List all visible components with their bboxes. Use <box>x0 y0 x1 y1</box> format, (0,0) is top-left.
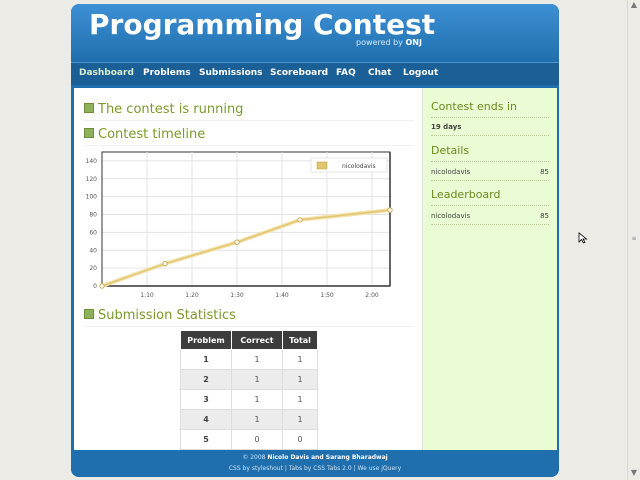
cell-correct: 1 <box>231 389 283 410</box>
col-correct[interactable]: Correct <box>231 330 283 350</box>
x-tick-label: 2:00 <box>365 292 379 299</box>
bullet-icon <box>84 128 94 138</box>
stats-table: Problem Correct Total 1 1 1 2 1 1 3 1 1 … <box>180 330 318 450</box>
bullet-icon <box>84 309 94 319</box>
cell-problem: 4 <box>180 409 232 430</box>
window-scrollbar[interactable]: ▲ ≡ ▼ <box>627 0 640 480</box>
legend-label: nicolodavis <box>342 163 376 170</box>
leaderboard-heading: Leaderboard <box>431 188 549 206</box>
cell-problem: 2 <box>180 369 232 390</box>
page-wrapper: Programming Contest powered by ONJ Dashb… <box>71 4 559 477</box>
y-tick-label: 0 <box>93 283 97 290</box>
contest-ends-value: 19 days <box>431 123 549 136</box>
data-point <box>162 260 168 267</box>
cell-correct: 1 <box>231 369 283 390</box>
cell-total: 1 <box>282 409 318 430</box>
stats-heading-text: Submission Statistics <box>98 308 236 323</box>
cell-total: 1 <box>282 349 318 370</box>
table-row: 5 0 0 <box>180 429 318 450</box>
y-tick-label: 100 <box>86 194 98 201</box>
footer-credits[interactable]: CSS by styleshout | Tabs by CSS Tabs 2.0… <box>71 465 559 472</box>
leaderboard-score: 85 <box>540 212 549 220</box>
scroll-up-icon[interactable]: ▲ <box>628 0 640 12</box>
timeline-chart: 0 20 40 60 80 100 120 140 1:10 1:20 1:30 1:40 1:50 2:… <box>82 146 412 306</box>
x-tick-label: 1:10 <box>140 292 154 299</box>
site-title: Programming Contest <box>89 8 436 41</box>
powered-prefix: powered by <box>356 38 403 47</box>
scroll-grip-icon[interactable]: ≡ <box>631 236 637 242</box>
col-total[interactable]: Total <box>282 330 318 350</box>
main-column: The contest is running Contest timeline … <box>74 88 422 450</box>
y-tick-label: 40 <box>89 247 97 254</box>
leaderboard-row[interactable]: nicolodavis 85 <box>431 212 549 225</box>
nav-submissions[interactable]: Submissions <box>199 68 263 78</box>
y-tick-label: 60 <box>89 229 97 236</box>
sidebar: Contest ends in 19 days Details nicoloda… <box>422 88 557 450</box>
nav-logout[interactable]: Logout <box>403 68 438 78</box>
nav-faq[interactable]: FAQ <box>336 68 356 78</box>
x-tick-label: 1:50 <box>320 292 334 299</box>
nav-chat[interactable]: Chat <box>368 68 391 78</box>
x-tick-label: 1:30 <box>230 292 244 299</box>
col-problem[interactable]: Problem <box>180 330 232 350</box>
bullet-icon <box>84 103 94 113</box>
cell-problem: 1 <box>180 349 232 370</box>
footer-authors: Nicolo Davis and Sarang Bharadwaj <box>267 454 388 461</box>
stats-table-wrap: Problem Correct Total 1 1 1 2 1 1 3 1 1 … <box>180 330 318 450</box>
powered-brand-link[interactable]: ONJ <box>405 38 421 47</box>
cell-total: 1 <box>282 369 318 390</box>
details-name: nicolodavis <box>431 168 471 176</box>
cell-correct: 0 <box>231 429 283 450</box>
details-value: 85 <box>540 168 549 176</box>
x-tick-label: 1:20 <box>185 292 199 299</box>
footer-copyright: © 2008 Nicolo Davis and Sarang Bharadwaj <box>71 454 559 461</box>
mouse-cursor-icon <box>578 232 588 244</box>
details-heading: Details <box>431 144 549 162</box>
table-row: 1 1 1 <box>180 349 318 370</box>
stats-header-row: Problem Correct Total <box>180 330 318 350</box>
y-tick-label: 80 <box>89 212 97 219</box>
data-point <box>234 239 240 245</box>
cell-problem: 5 <box>180 429 232 450</box>
leaderboard-name: nicolodavis <box>431 212 471 220</box>
cell-correct: 1 <box>231 349 283 370</box>
status-heading-text: The contest is running <box>98 102 244 117</box>
nav-dashboard[interactable]: Dashboard <box>79 68 134 78</box>
footer-copyright-prefix: © 2008 <box>242 454 266 461</box>
site-header: Programming Contest powered by ONJ <box>71 4 559 62</box>
data-point <box>387 207 393 213</box>
y-tick-label: 140 <box>86 158 98 165</box>
table-row: 3 1 1 <box>180 389 318 410</box>
stats-heading: Submission Statistics <box>84 308 414 327</box>
cell-total: 0 <box>282 429 318 450</box>
site-footer: © 2008 Nicolo Davis and Sarang Bharadwaj… <box>71 452 559 477</box>
x-tick-label: 1:40 <box>275 292 289 299</box>
content-area: The contest is running Contest timeline … <box>74 88 557 450</box>
main-nav: Dashboard Problems Submissions Scoreboar… <box>71 62 559 85</box>
contest-ends-heading: Contest ends in <box>431 100 549 118</box>
table-row: 2 1 1 <box>180 369 318 390</box>
timeline-chart-svg: 0 20 40 60 80 100 120 140 1:10 1:20 1:30 1:40 1:50 2:… <box>82 146 412 306</box>
scroll-down-icon[interactable]: ▼ <box>628 468 640 480</box>
powered-by: powered by ONJ <box>356 38 422 47</box>
cell-problem: 3 <box>180 389 232 410</box>
y-tick-label: 120 <box>86 176 98 183</box>
data-point <box>99 283 105 289</box>
timeline-heading: Contest timeline <box>84 127 414 146</box>
cell-correct: 1 <box>231 409 283 430</box>
y-tick-label: 20 <box>89 265 97 272</box>
data-point <box>297 217 303 223</box>
nav-problems[interactable]: Problems <box>143 68 191 78</box>
timeline-heading-text: Contest timeline <box>98 127 206 142</box>
details-row: nicolodavis 85 <box>431 168 549 181</box>
status-heading: The contest is running <box>84 102 414 121</box>
nav-scoreboard[interactable]: Scoreboard <box>270 68 328 78</box>
cell-total: 1 <box>282 389 318 410</box>
legend-swatch <box>316 161 328 170</box>
table-row: 4 1 1 <box>180 409 318 430</box>
